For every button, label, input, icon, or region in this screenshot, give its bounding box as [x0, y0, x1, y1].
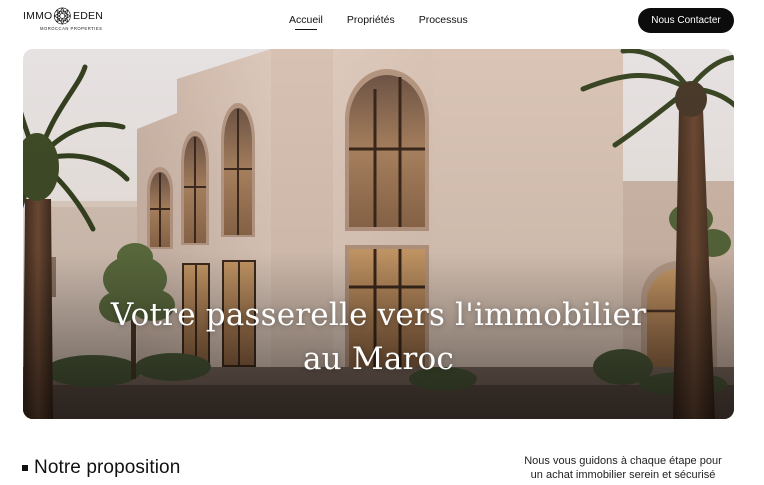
site-header: IMMO EDEN MOROCCAN PROPERTIES Accueil Pr…: [0, 0, 764, 46]
nav-item-accueil[interactable]: Accueil: [289, 14, 323, 30]
logo-word-right: EDEN: [73, 10, 103, 22]
square-bullet-icon: [22, 465, 28, 471]
nav-item-proprietes[interactable]: Propriétés: [347, 14, 395, 30]
contact-button[interactable]: Nous Contacter: [638, 8, 734, 33]
hero-title-line-2: au Maroc: [303, 341, 454, 377]
brand-logo[interactable]: IMMO EDEN MOROCCAN PROPERTIES: [23, 5, 103, 35]
tagline-line-2: un achat immobilier serein et sécurisé: [530, 468, 716, 481]
hero-banner: Votre passerelle vers l'immobilier au Ma…: [23, 49, 734, 419]
hero-title: Votre passerelle vers l'immobilier au Ma…: [23, 293, 734, 381]
section-tagline: Nous vous guidons à chaque étape pour un…: [518, 455, 728, 482]
section-heading: Notre proposition: [22, 457, 180, 479]
nav-item-processus[interactable]: Processus: [419, 14, 468, 30]
hero-title-line-1: Votre passerelle vers l'immobilier: [110, 297, 647, 333]
mandala-icon: [53, 7, 72, 25]
tagline-line-1: Nous vous guidons à chaque étape pour: [524, 455, 722, 467]
logo-word-left: IMMO: [23, 10, 53, 22]
main-nav: Accueil Propriétés Processus: [289, 14, 468, 30]
section-title: Notre proposition: [34, 457, 181, 478]
logo-tagline: MOROCCAN PROPERTIES: [40, 26, 103, 31]
